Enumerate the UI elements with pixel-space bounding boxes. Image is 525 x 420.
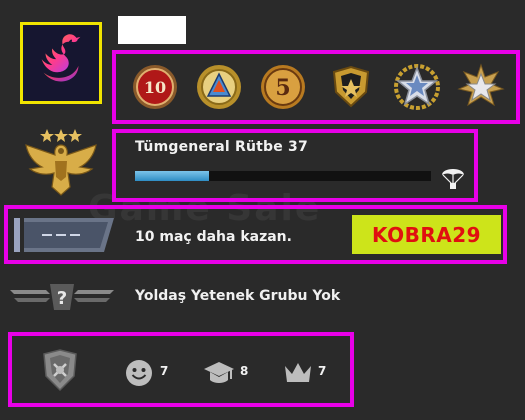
friendly-count: 7 (160, 364, 169, 378)
smiley-icon (124, 358, 154, 388)
unranked-badge-icon (14, 218, 114, 252)
rank-title: Tümgeneral Rütbe 37 (135, 139, 308, 155)
commendations-panel: 7 8 7 (8, 332, 354, 407)
teacher-count: 8 (240, 364, 249, 378)
parachute-icon[interactable] (440, 163, 466, 191)
svg-text:10: 10 (144, 78, 166, 97)
player-name (118, 16, 186, 44)
swan-logo-icon (41, 34, 81, 82)
medal-10-icon[interactable]: 10 (130, 62, 180, 112)
xp-progress-bar (135, 171, 431, 181)
avatar[interactable] (20, 22, 102, 104)
code-label: KOBRA29 (352, 215, 501, 254)
crown-icon (282, 358, 314, 388)
service-emblem-icon[interactable] (38, 348, 82, 394)
xp-progress-fill (135, 171, 209, 181)
wins-needed-message: 10 maç daha kazan. (135, 229, 292, 245)
medal-star-gold-icon[interactable] (456, 62, 506, 112)
svg-text:5: 5 (275, 75, 290, 101)
leader-count: 7 (318, 364, 327, 378)
wingman-unranked-icon: ? (10, 280, 114, 314)
svg-text:?: ? (57, 288, 67, 309)
graduation-cap-icon (202, 358, 236, 388)
medal-5-icon[interactable]: 5 (258, 62, 308, 112)
eagle-rank-icon (20, 125, 102, 197)
medal-star-wreath-icon[interactable] (392, 62, 442, 112)
medal-shield-icon[interactable] (326, 62, 376, 112)
medal-triangle-icon[interactable] (194, 62, 244, 112)
wingman-skill-group: Yoldaş Yetenek Grubu Yok (135, 288, 341, 304)
medal-showcase: 10 5 (112, 50, 520, 124)
